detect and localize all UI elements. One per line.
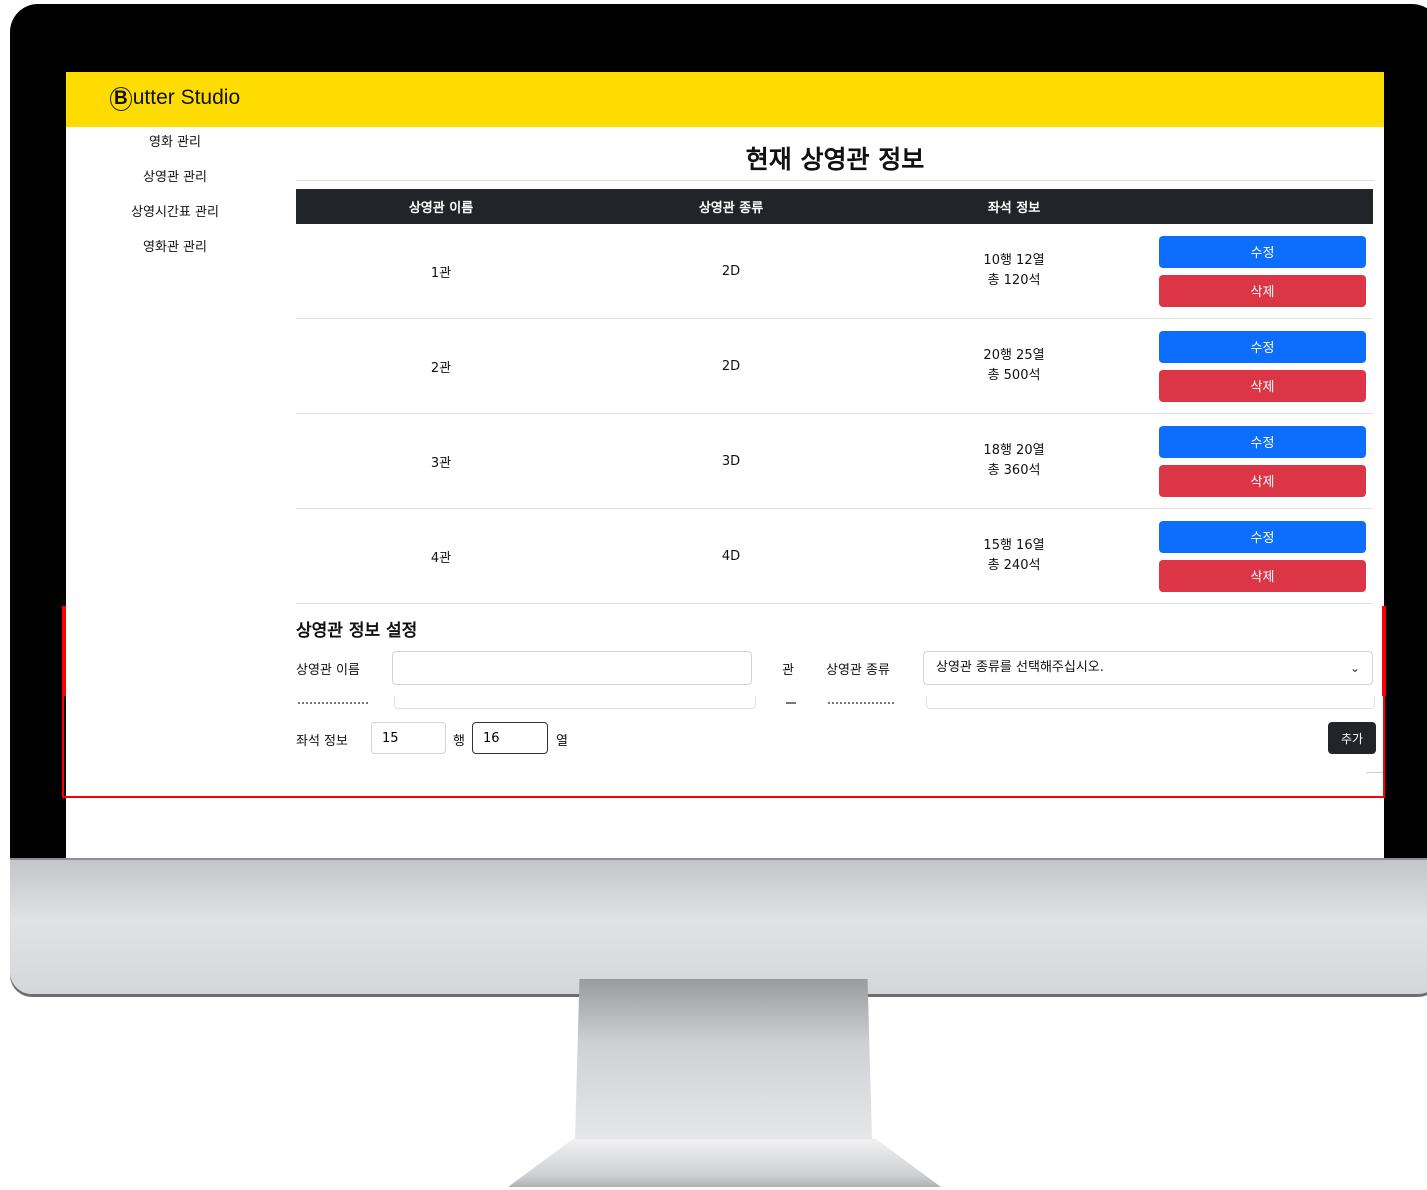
seat-rows-cols: 15행 16열 [983, 538, 1045, 553]
cell-actions: 수정 삭제 [1152, 508, 1373, 604]
cell-actions: 수정 삭제 [1152, 224, 1373, 319]
page-title: 현재 상영관 정보 [745, 145, 925, 174]
cell-seats: 15행 16열 총 240석 [876, 508, 1152, 604]
seat-rows-cols: 18행 20열 [983, 443, 1045, 458]
cell-name: 1관 [296, 224, 586, 319]
cell-actions: 수정 삭제 [1152, 318, 1373, 414]
cell-type: 2D [586, 224, 876, 319]
cell-name: 4관 [296, 508, 586, 604]
sidebar-item-screens[interactable]: 상영관 관리 [66, 167, 284, 202]
cell-actions: 수정 삭제 [1152, 413, 1373, 509]
col-header-seats: 좌석 정보 [876, 189, 1152, 224]
monitor-chin [10, 858, 1427, 994]
seat-rows-cols: 10행 12열 [983, 253, 1045, 268]
cell-type: 3D [586, 413, 876, 509]
sidebar: 영화 관리 상영관 관리 상영시간표 관리 영화관 관리 [66, 132, 284, 272]
cell-type: 2D [586, 318, 876, 414]
seat-rows-cols: 20행 25열 [983, 348, 1045, 363]
seat-total: 총 120석 [987, 273, 1041, 288]
cell-type: 4D [586, 508, 876, 604]
logo-text: utter Studio [132, 86, 241, 109]
sidebar-item-theaters[interactable]: 영화관 관리 [66, 237, 284, 272]
seat-total: 총 240석 [987, 558, 1041, 573]
col-header-type: 상영관 종류 [586, 189, 876, 224]
seat-total: 총 360석 [987, 463, 1041, 478]
monitor-stand-neck [575, 979, 872, 1139]
delete-button[interactable]: 삭제 [1159, 559, 1366, 592]
cell-name: 2관 [296, 318, 586, 414]
table-header-row: 상영관 이름 상영관 종류 좌석 정보 [296, 189, 1373, 224]
cell-name: 3관 [296, 413, 586, 509]
table-row: 4관 4D 15행 16열 총 240석 수정 삭제 [296, 508, 1373, 604]
edit-button[interactable]: 수정 [1159, 425, 1366, 458]
col-header-actions [1152, 189, 1373, 224]
screen-table: 상영관 이름 상영관 종류 좌석 정보 1관 2D 10행 12열 총 120석… [296, 189, 1373, 604]
logo-mark: B [110, 87, 132, 111]
top-header: Butter Studio [66, 72, 1384, 127]
col-header-name: 상영관 이름 [296, 189, 586, 224]
edit-button[interactable]: 수정 [1159, 330, 1366, 363]
cell-seats: 18행 20열 총 360석 [876, 413, 1152, 509]
brand-logo[interactable]: Butter Studio [110, 86, 240, 111]
highlight-box [62, 606, 1385, 798]
sidebar-item-schedule[interactable]: 상영시간표 관리 [66, 202, 284, 237]
delete-button[interactable]: 삭제 [1159, 274, 1366, 307]
title-divider [296, 180, 1374, 181]
cell-seats: 10행 12열 총 120석 [876, 224, 1152, 319]
monitor-stand-base [508, 1139, 941, 1187]
sidebar-item-movies[interactable]: 영화 관리 [66, 132, 284, 167]
table-row: 3관 3D 18행 20열 총 360석 수정 삭제 [296, 413, 1373, 509]
delete-button[interactable]: 삭제 [1159, 369, 1366, 402]
delete-button[interactable]: 삭제 [1159, 464, 1366, 497]
highlight-edge-right [1382, 606, 1386, 696]
highlight-edge-left [62, 606, 66, 696]
edit-button[interactable]: 수정 [1159, 520, 1366, 553]
cell-seats: 20행 25열 총 500석 [876, 318, 1152, 414]
table-row: 2관 2D 20행 25열 총 500석 수정 삭제 [296, 318, 1373, 414]
edit-button[interactable]: 수정 [1159, 235, 1366, 268]
table-row: 1관 2D 10행 12열 총 120석 수정 삭제 [296, 224, 1373, 319]
seat-total: 총 500석 [987, 368, 1041, 383]
